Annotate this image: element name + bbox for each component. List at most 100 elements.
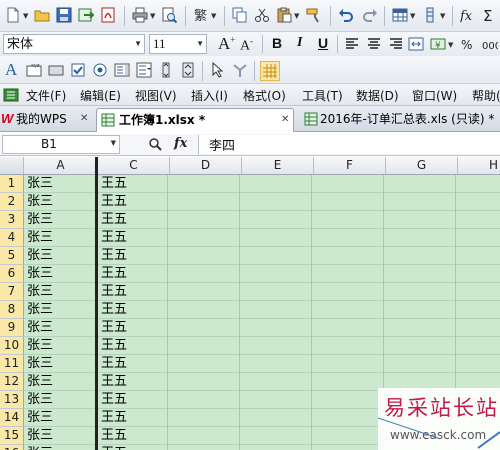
cell-c[interactable]: 王五 [98, 193, 127, 211]
convert-dropdown-arrow-icon[interactable]: ▼ [211, 12, 216, 20]
cell-a[interactable]: 张三 [24, 301, 53, 319]
combobox-control-icon[interactable] [136, 62, 152, 78]
cell-a[interactable]: 张三 [24, 283, 53, 301]
export-icon[interactable] [78, 7, 95, 23]
currency-dropdown-arrow-icon[interactable]: ▼ [448, 41, 453, 49]
print-preview-icon[interactable] [161, 7, 178, 24]
copy-icon[interactable] [232, 7, 248, 23]
row-header[interactable]: 12 [0, 373, 24, 391]
traditional-simplified-icon[interactable]: 繁 [193, 7, 209, 24]
cell-a[interactable]: 张三 [24, 247, 53, 265]
redo-icon[interactable] [362, 7, 378, 23]
cell-c[interactable]: 王五 [98, 247, 127, 265]
open-folder-icon[interactable] [34, 7, 50, 23]
cell-c[interactable]: 王五 [98, 445, 127, 450]
scrollbar-control-icon[interactable] [158, 62, 174, 78]
print-dropdown-arrow-icon[interactable]: ▼ [150, 12, 155, 20]
row-header[interactable]: 5 [0, 247, 24, 265]
name-box[interactable]: B1 ▼ [2, 135, 120, 154]
cell-a[interactable]: 张三 [24, 391, 53, 409]
cell-a[interactable]: 张三 [24, 427, 53, 445]
row-column-icon[interactable] [422, 7, 438, 23]
label-control-icon[interactable]: A [5, 60, 17, 80]
row-header[interactable]: 6 [0, 265, 24, 283]
search-icon[interactable] [148, 137, 162, 151]
thousands-separator-icon[interactable]: 000 [482, 36, 500, 52]
font-name-select[interactable]: 宋体 ▼ [3, 34, 145, 54]
menu-view[interactable]: 视图(V) [135, 87, 177, 104]
cell-a[interactable]: 张三 [24, 373, 53, 391]
cut-icon[interactable] [254, 7, 270, 23]
menu-tools[interactable]: 工具(T) [302, 87, 343, 104]
paste-icon[interactable] [276, 7, 292, 23]
close-icon[interactable]: ✕ [281, 109, 289, 131]
currency-format-icon[interactable]: ¥ [430, 36, 446, 52]
row-header[interactable]: 1 [0, 175, 24, 193]
cell-c[interactable]: 王五 [98, 301, 127, 319]
tab-workbook1[interactable]: 工作簿1.xlsx * ✕ [96, 108, 294, 132]
cell-c[interactable]: 王五 [98, 391, 127, 409]
textbox-control-icon[interactable]: xyz [26, 62, 42, 78]
column-header-h[interactable]: H [458, 157, 500, 175]
close-icon[interactable]: ✕ [80, 108, 88, 130]
font-size-select[interactable]: 11 ▼ [149, 34, 207, 54]
cell-a[interactable]: 张三 [24, 355, 53, 373]
cell-c[interactable]: 王五 [98, 355, 127, 373]
cell-c[interactable]: 王五 [98, 337, 127, 355]
paste-dropdown-arrow-icon[interactable]: ▼ [294, 12, 299, 20]
groupbox-control-icon[interactable] [48, 62, 64, 78]
column-header-g[interactable]: G [386, 157, 458, 175]
italic-button[interactable]: I [297, 35, 302, 51]
menu-insert[interactable]: 插入(I) [191, 87, 228, 104]
app-menu-icon[interactable] [3, 87, 19, 103]
select-all-corner[interactable] [0, 157, 24, 175]
format-painter-icon[interactable] [306, 7, 322, 23]
underline-button[interactable]: U [318, 35, 328, 51]
cell-c[interactable]: 王五 [98, 175, 127, 193]
row-header[interactable]: 9 [0, 319, 24, 337]
menu-help[interactable]: 帮助( [472, 87, 500, 104]
grow-font-button[interactable]: A+ [218, 34, 235, 54]
insert-function-icon[interactable]: fx [459, 7, 476, 24]
chevron-down-icon[interactable]: ▼ [134, 35, 142, 53]
column-header-c[interactable]: C [98, 157, 170, 175]
align-left-icon[interactable] [344, 36, 360, 52]
undo-icon[interactable] [338, 7, 354, 23]
percent-style-icon[interactable]: % [460, 36, 476, 52]
listbox-control-icon[interactable] [114, 62, 130, 78]
function-wizard-button[interactable]: fx [174, 136, 187, 151]
spinner-control-icon[interactable] [180, 62, 196, 78]
column-header-d[interactable]: D [170, 157, 242, 175]
radio-control-icon[interactable] [92, 62, 108, 78]
menu-window[interactable]: 窗口(W) [412, 87, 457, 104]
cell-a[interactable]: 张三 [24, 319, 53, 337]
cell-a[interactable]: 张三 [24, 445, 53, 450]
control-properties-icon[interactable] [232, 62, 248, 78]
row-header[interactable]: 10 [0, 337, 24, 355]
shrink-font-button[interactable]: A- [240, 36, 253, 55]
checkbox-control-icon[interactable] [70, 62, 86, 78]
row-header[interactable]: 14 [0, 409, 24, 427]
cell-a[interactable]: 张三 [24, 229, 53, 247]
row-header[interactable]: 7 [0, 283, 24, 301]
align-right-icon[interactable] [388, 36, 404, 52]
cell-c[interactable]: 王五 [98, 373, 127, 391]
menu-file[interactable]: 文件(F) [26, 87, 66, 104]
print-icon[interactable] [132, 7, 148, 23]
row-header[interactable]: 4 [0, 229, 24, 247]
menu-format[interactable]: 格式(O) [243, 87, 286, 104]
align-center-icon[interactable] [366, 36, 382, 52]
sum-icon[interactable]: Σ [482, 7, 498, 25]
cell-c[interactable]: 王五 [98, 211, 127, 229]
column-header-a[interactable]: A [24, 157, 98, 175]
hidden-column-marker[interactable] [95, 157, 98, 450]
row-header[interactable]: 13 [0, 391, 24, 409]
cell-c[interactable]: 王五 [98, 409, 127, 427]
row-header[interactable]: 3 [0, 211, 24, 229]
cell-a[interactable]: 张三 [24, 193, 53, 211]
chevron-down-icon[interactable]: ▼ [111, 139, 116, 147]
row-header[interactable]: 8 [0, 301, 24, 319]
cell-c[interactable]: 王五 [98, 319, 127, 337]
cell-a[interactable]: 张三 [24, 337, 53, 355]
merge-center-icon[interactable] [408, 36, 424, 52]
